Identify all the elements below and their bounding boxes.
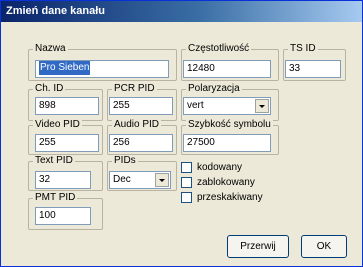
- locked-checkbox[interactable]: zablokowany: [181, 176, 255, 189]
- video-pid-label: Video PID: [33, 119, 82, 131]
- frequency-label: Częstotliwość: [186, 43, 252, 55]
- encoded-checkbox[interactable]: kodowany: [181, 161, 242, 174]
- skipped-checkbox[interactable]: przeskakiwany: [181, 191, 263, 204]
- pids-label: PIDs: [112, 155, 138, 167]
- pids-value: Dec: [113, 174, 131, 185]
- ch-id-label: Ch. ID: [33, 83, 66, 95]
- pcr-pid-field[interactable]: 255: [109, 97, 173, 115]
- polarization-label: Polaryzacja: [186, 83, 242, 95]
- frequency-field[interactable]: 12480: [183, 60, 271, 78]
- ok-button[interactable]: OK: [301, 235, 347, 258]
- polarization-value: vert: [187, 100, 204, 111]
- skipped-checkbox-label: przeskakiwany: [197, 191, 263, 203]
- pmt-pid-label: PMT PID: [33, 192, 78, 204]
- chevron-down-icon[interactable]: [255, 99, 269, 113]
- window-title: Zmień dane kanału: [1, 1, 362, 22]
- symbol-rate-field[interactable]: 27500: [183, 134, 271, 152]
- symbol-rate-label: Szybkość symbolu: [186, 119, 273, 131]
- name-label: Nazwa: [33, 43, 68, 55]
- name-field[interactable]: Pro Sieben: [35, 60, 169, 78]
- polarization-select[interactable]: vert: [183, 97, 271, 115]
- text-pid-label: Text PID: [33, 155, 75, 167]
- pids-select[interactable]: Dec: [109, 171, 171, 189]
- audio-pid-field[interactable]: 256: [109, 134, 173, 152]
- ch-id-field[interactable]: 898: [35, 97, 99, 115]
- dialog-window: Zmień dane kanału Nazwa Pro Sieben Częst…: [0, 0, 363, 267]
- name-value: Pro Sieben: [39, 61, 91, 75]
- ts-id-label: TS ID: [288, 43, 318, 55]
- text-pid-field[interactable]: 32: [35, 171, 91, 189]
- audio-pid-label: Audio PID: [112, 119, 162, 131]
- locked-checkbox-label: zablokowany: [197, 176, 255, 188]
- encoded-checkbox-label: kodowany: [197, 161, 243, 173]
- ts-id-field[interactable]: 33: [285, 60, 341, 78]
- video-pid-field[interactable]: 255: [35, 134, 99, 152]
- checkbox-box[interactable]: [181, 177, 192, 188]
- pcr-pid-label: PCR PID: [112, 83, 157, 95]
- checkbox-box[interactable]: [181, 162, 192, 173]
- chevron-down-icon[interactable]: [155, 173, 169, 187]
- pmt-pid-field[interactable]: 100: [35, 207, 91, 225]
- checkbox-box[interactable]: [181, 192, 192, 203]
- cancel-button[interactable]: Przerwij: [227, 235, 289, 258]
